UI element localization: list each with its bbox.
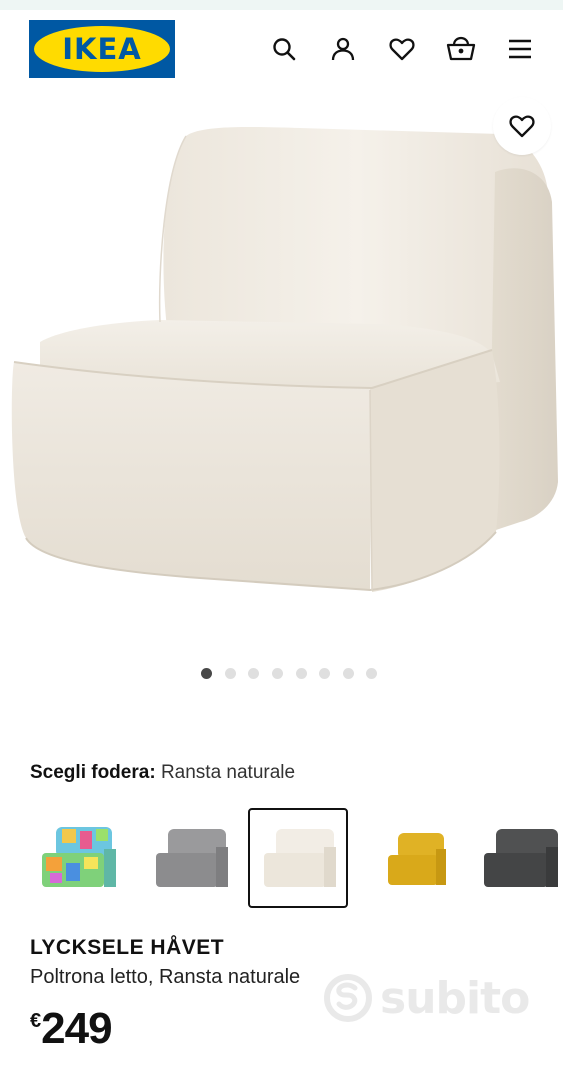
cover-swatch-dark-grey[interactable] bbox=[468, 808, 563, 908]
subito-logo-icon bbox=[324, 974, 372, 1022]
search-icon[interactable] bbox=[267, 32, 301, 66]
product-name[interactable]: LYCKSELE HÅVET bbox=[30, 936, 224, 960]
gallery-dot[interactable] bbox=[201, 668, 212, 679]
account-icon[interactable] bbox=[326, 32, 360, 66]
gallery-dot[interactable] bbox=[248, 668, 259, 679]
gallery-dot[interactable] bbox=[272, 668, 283, 679]
cover-swatch-natural[interactable] bbox=[248, 808, 348, 908]
gallery-dot[interactable] bbox=[296, 668, 307, 679]
chair-thumbnail bbox=[484, 829, 558, 887]
save-favourite-button[interactable] bbox=[493, 97, 551, 155]
product-description: Poltrona letto, Ransta naturale bbox=[30, 966, 301, 988]
gallery-dot[interactable] bbox=[366, 668, 377, 679]
chair-thumbnail bbox=[388, 833, 446, 885]
ikea-logo[interactable]: IKEA bbox=[29, 20, 175, 78]
cover-label-title: Scegli fodera: bbox=[30, 762, 156, 783]
gallery-dot[interactable] bbox=[343, 668, 354, 679]
menu-icon[interactable] bbox=[503, 32, 537, 66]
gallery-dot[interactable] bbox=[319, 668, 330, 679]
cover-swatch-yellow[interactable] bbox=[362, 808, 462, 908]
gallery-dot[interactable] bbox=[225, 668, 236, 679]
gallery-pagination bbox=[0, 668, 563, 680]
heart-icon bbox=[509, 115, 535, 138]
chair-thumbnail bbox=[264, 829, 336, 887]
product-price: €249 bbox=[30, 1004, 113, 1054]
chair-thumbnail bbox=[42, 827, 116, 887]
cover-selector-label: Scegli fodera: Ransta naturale bbox=[30, 762, 295, 784]
watermark-text: subito bbox=[380, 972, 530, 1024]
product-image[interactable] bbox=[0, 92, 563, 652]
cover-swatch-grey[interactable] bbox=[140, 808, 240, 908]
cover-swatch-multicolor[interactable] bbox=[28, 808, 128, 908]
basket-icon[interactable] bbox=[444, 32, 478, 66]
subito-watermark: subito bbox=[324, 968, 530, 1028]
site-header: IKEA bbox=[0, 10, 563, 90]
chair-thumbnail bbox=[156, 829, 228, 887]
chair-bed-image bbox=[11, 126, 558, 592]
price-amount: 249 bbox=[41, 1004, 112, 1053]
top-strip bbox=[0, 0, 563, 10]
logo-text: IKEA bbox=[62, 32, 142, 66]
cover-selected-value: Ransta naturale bbox=[160, 762, 296, 783]
favourites-icon[interactable] bbox=[385, 32, 419, 66]
price-currency: € bbox=[30, 1010, 42, 1032]
